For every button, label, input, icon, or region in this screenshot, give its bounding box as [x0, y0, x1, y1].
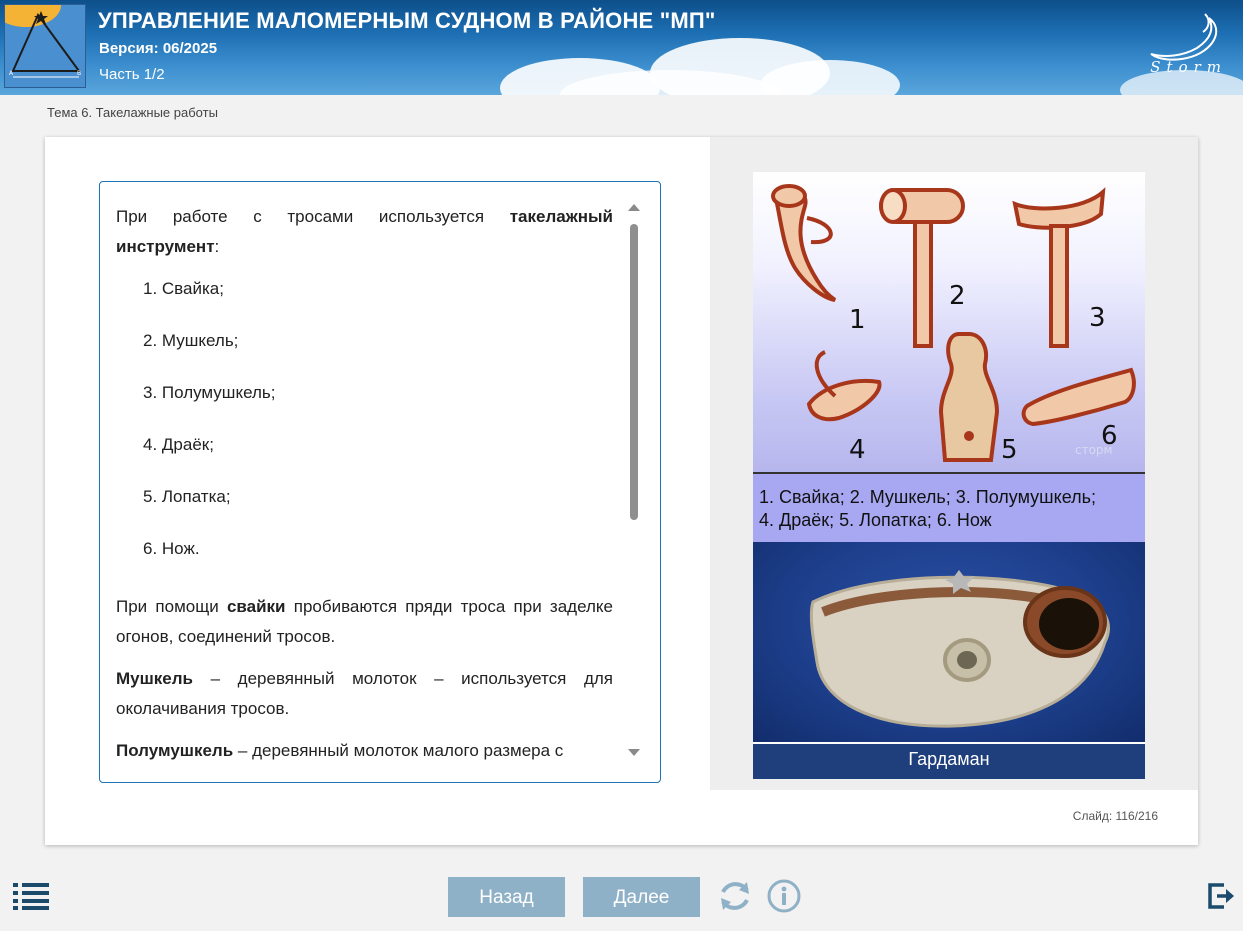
caption-line: 4. Драёк; 5. Лопатка; 6. Нож: [759, 510, 992, 530]
course-version: Версия: 06/2025: [99, 40, 218, 57]
tools-list: 1. Свайка; 2. Мушкель; 3. Полумушкель; 4…: [116, 274, 613, 586]
header-banner: A B УПРАВЛЕНИЕ МАЛОМЕРНЫМ СУДНОМ В РАЙОН…: [0, 0, 1243, 95]
exit-icon[interactable]: [1206, 881, 1236, 911]
tool-number-label: 3: [1089, 303, 1106, 333]
scroll-up-arrow-icon[interactable]: [628, 204, 640, 211]
intro-paragraph: При работе с тросами используется такела…: [116, 202, 613, 262]
slide-counter: Слайд: 116/216: [1072, 809, 1158, 823]
brand-name: Storm: [1150, 58, 1227, 76]
p1-bold-term: свайки: [226, 597, 286, 616]
p3-bold-term: Полумушкель: [116, 741, 234, 760]
p1-text: При помощи: [116, 597, 227, 616]
scroll-thumb[interactable]: [630, 224, 638, 520]
list-item: 2. Мушкель;: [143, 331, 239, 350]
menu-list-icon[interactable]: [13, 882, 49, 910]
scroll-down-arrow-icon[interactable]: [628, 749, 640, 756]
gardaman-photo: [753, 542, 1145, 742]
mushkel-paragraph: Мушкель – деревянный молоток – используе…: [116, 664, 613, 724]
topic-title: Тема 6. Такелажные работы: [47, 105, 218, 120]
refresh-icon[interactable]: [717, 878, 753, 914]
next-button[interactable]: Далее: [583, 877, 700, 917]
p2-bold-term: Мушкель: [116, 669, 193, 688]
photo-caption: Гардаман: [753, 742, 1145, 779]
list-item: 3. Полумушкель;: [143, 383, 276, 402]
course-logo: A B: [4, 4, 86, 88]
intro-text: При работе с тросами используется: [116, 207, 510, 226]
back-button[interactable]: Назад: [448, 877, 565, 917]
tools-caption: 1. Свайка; 2. Мушкель; 3. Полумушкель; 4…: [753, 472, 1145, 544]
p3-text: – деревянный молоток малого размера с: [233, 741, 564, 760]
polumushkel-paragraph: Полумушкель – деревянный молоток малого …: [116, 736, 613, 766]
list-item: 5. Лопатка;: [143, 487, 231, 506]
svg-text:B: B: [77, 70, 81, 77]
svaika-paragraph: При помощи свайки пробиваются пряди трос…: [116, 592, 613, 652]
text-scrollbar[interactable]: [628, 204, 640, 756]
tool-number-label: 2: [949, 281, 966, 311]
course-part: Часть 1/2: [99, 66, 165, 83]
info-icon[interactable]: [766, 878, 802, 914]
intro-colon: :: [214, 237, 220, 256]
course-title: УПРАВЛЕНИЕ МАЛОМЕРНЫМ СУДНОМ В РАЙОНЕ "М…: [98, 8, 716, 33]
list-item: 4. Драёк;: [143, 435, 214, 454]
text-scroll-box[interactable]: При работе с тросами используется такела…: [99, 181, 661, 783]
tool-number-label: 4: [849, 435, 866, 465]
watermark-text: сторм: [1075, 443, 1113, 457]
slide-text: При работе с тросами используется такела…: [116, 202, 613, 766]
rigging-tools-figure: 1 2 3 4 5 6 сторм 1. Свайка; 2. Мушкель;…: [753, 172, 1145, 779]
tool-number-label: 5: [1001, 435, 1018, 465]
tool-number-label: 1: [849, 305, 866, 335]
caption-line: 1. Свайка; 2. Мушкель; 3. Полумушкель;: [759, 487, 1096, 507]
slide-card: При работе с тросами используется такела…: [45, 137, 1198, 845]
tools-illustration: 1 2 3 4 5 6 сторм: [753, 172, 1145, 472]
list-item: 6. Нож.: [143, 539, 200, 558]
list-item: 1. Свайка;: [143, 279, 224, 298]
